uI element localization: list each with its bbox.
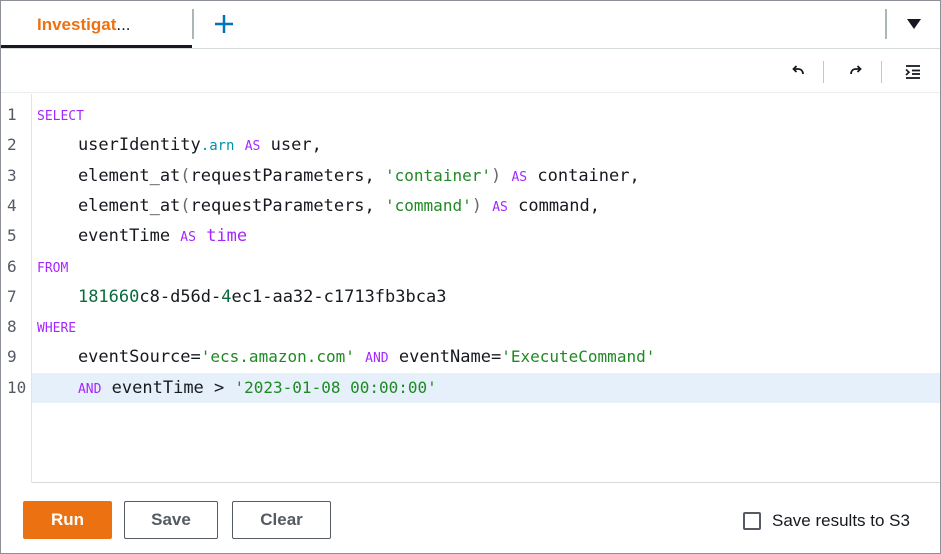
code-token: 'ecs.amazon.com' (200, 347, 355, 367)
code-text: FROM (37, 252, 68, 284)
code-line[interactable]: element_at(requestParameters, 'container… (1, 161, 940, 191)
code-token: ( (180, 165, 191, 186)
clear-button[interactable]: Clear (232, 501, 331, 539)
editor-toolbar (1, 50, 940, 93)
code-token: ec1-aa32-c1713fb3bca3 (231, 286, 447, 307)
code-token: AS (180, 230, 196, 246)
code-token: 'command' (385, 195, 472, 215)
tab-menu-button[interactable] (899, 11, 929, 37)
code-text: userIdentity.arn AS user, (37, 130, 322, 162)
code-line[interactable]: userIdentity.arn AS user, (1, 130, 940, 160)
indent-icon (905, 65, 920, 79)
code-token: AND (365, 351, 389, 367)
undo-button[interactable] (785, 60, 811, 84)
code-token: '2023-01-08 00:00:00' (234, 377, 437, 397)
code-token: eventName= (388, 347, 502, 368)
save-results-to-s3[interactable]: Save results to S3 (743, 510, 910, 532)
code-token: FROM (37, 260, 69, 276)
code-text: eventSource='ecs.amazon.com' AND eventNa… (37, 342, 655, 374)
code-token: container, (527, 165, 640, 186)
caret-down-icon (907, 19, 921, 29)
code-line[interactable]: eventTime AS time (1, 221, 940, 251)
query-editor-panel: Investigat... 1 2 3 4 5 6 7 8 9 10 SELEC… (0, 0, 941, 554)
code-token: eventTime (37, 226, 181, 247)
code-text: 181660c8-d56d-4ec1-aa32-c1713fb3bca3 (37, 282, 447, 312)
code-text: eventTime AS time (37, 221, 247, 253)
sql-code-editor[interactable]: 1 2 3 4 5 6 7 8 9 10 SELECT userIdentity.arn AS u… (1, 94, 940, 483)
code-token: WHERE (37, 321, 77, 337)
toolbar-divider (823, 61, 824, 83)
code-token: ( (180, 195, 191, 216)
editor-footer: Run Save Clear Save results to S3 (1, 484, 940, 553)
code-token: AS (244, 139, 261, 155)
line-number: 10 (1, 373, 32, 403)
code-line[interactable]: element_at(requestParameters, 'command')… (1, 191, 940, 221)
code-token: ) (490, 165, 502, 186)
line-number-text: 10 (7, 377, 27, 397)
query-tab-bar: Investigat... (1, 1, 940, 49)
code-line[interactable]: FROM (1, 252, 940, 282)
code-token: .arn (200, 138, 235, 155)
code-line[interactable]: WHERE (1, 312, 940, 342)
tab-divider (885, 9, 887, 39)
code-token: userIdentity (37, 135, 201, 156)
code-text: AND eventTime > '2023-01-08 00:00:00' (37, 373, 437, 405)
code-text: element_at(requestParameters, 'container… (37, 161, 640, 193)
format-query-button[interactable] (900, 60, 926, 84)
save-s3-label: Save results to S3 (772, 511, 910, 530)
code-token: 4 (221, 286, 232, 307)
code-token: 'container' (385, 165, 491, 185)
code-token: user, (260, 135, 322, 156)
code-line[interactable]: 181660c8-d56d-4ec1-aa32-c1713fb3bca3 (1, 282, 940, 312)
query-tab-active[interactable]: Investigat... (1, 1, 192, 48)
tab-divider (192, 9, 194, 39)
code-line[interactable]: SELECT (1, 100, 940, 130)
code-line[interactable]: AND eventTime > '2023-01-08 00:00:00' (32, 372, 940, 405)
code-token: eventTime > (101, 377, 235, 398)
query-tab-label: Investigat... (37, 15, 131, 34)
undo-icon (792, 65, 804, 75)
code-token: AND (77, 381, 102, 397)
redo-button[interactable] (843, 60, 869, 84)
add-query-tab-button[interactable] (209, 9, 239, 39)
code-token: time (206, 226, 248, 247)
redo-icon (850, 65, 862, 75)
code-token: AS (492, 199, 508, 215)
code-token: c8-d56d- (139, 286, 222, 307)
code-token: requestParameters, (190, 165, 386, 186)
code-line[interactable]: eventSource='ecs.amazon.com' AND eventNa… (1, 342, 940, 372)
code-text: element_at(requestParameters, 'command')… (37, 191, 600, 223)
code-token: eventSource= (37, 347, 201, 368)
code-token: 181660 (77, 286, 140, 307)
code-token: command, (507, 195, 600, 216)
code-token: requestParameters, (190, 195, 386, 216)
code-token: 'ExecuteCommand' (501, 347, 656, 367)
toolbar-divider (881, 61, 882, 83)
save-button[interactable]: Save (124, 501, 218, 539)
code-token: SELECT (37, 109, 84, 124)
code-token: AS (511, 169, 528, 185)
code-text: WHERE (37, 312, 76, 344)
plus-icon (215, 15, 233, 33)
code-token: element_at (37, 165, 181, 186)
code-text: SELECT (37, 100, 84, 132)
run-button[interactable]: Run (23, 501, 112, 539)
code-token: element_at (37, 195, 181, 216)
save-s3-checkbox[interactable] (743, 512, 761, 530)
code-token: ) (471, 195, 482, 216)
